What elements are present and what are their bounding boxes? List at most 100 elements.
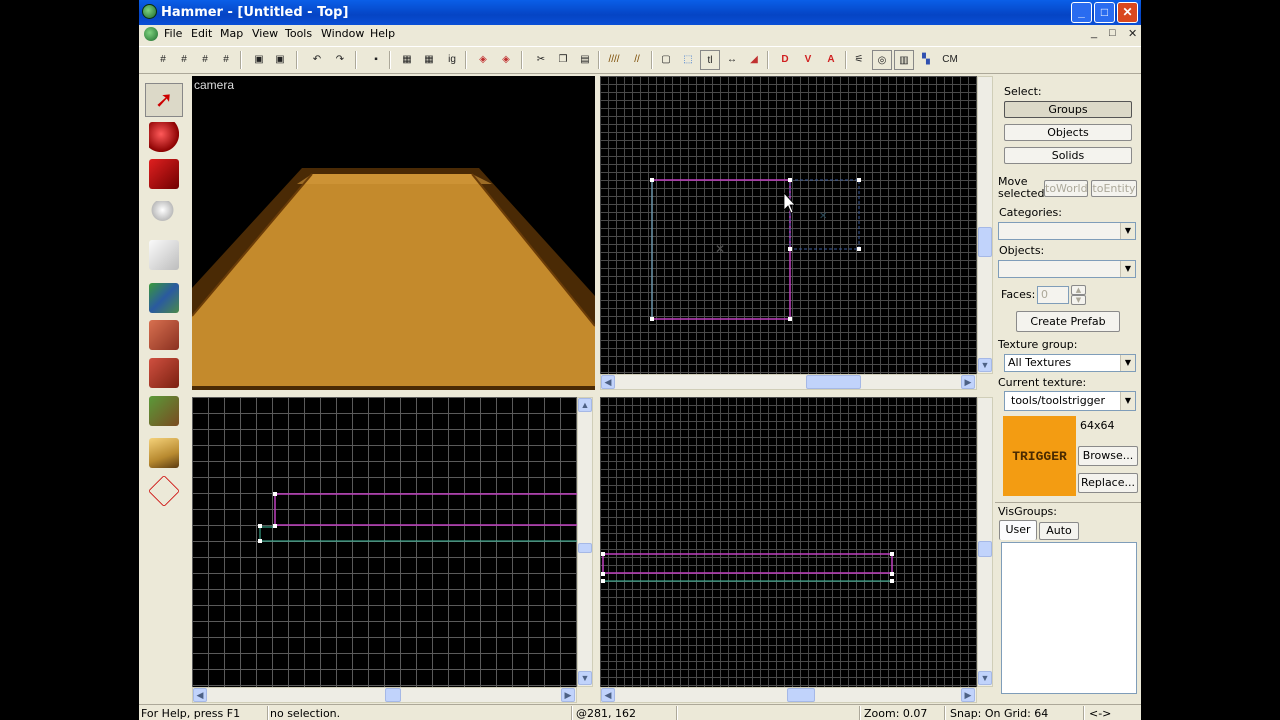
objects-dropdown[interactable]: ▼ — [998, 260, 1136, 278]
texture-preview[interactable]: TRIGGER — [1003, 416, 1076, 496]
top-hscroll[interactable]: ◀ ▶ — [600, 374, 977, 390]
overlay-tool[interactable] — [145, 394, 183, 428]
select-by-handles-icon[interactable]: ⬚ — [678, 50, 698, 70]
group-objects-icon[interactable]: ▦ — [397, 50, 417, 70]
check-problems-icon[interactable]: A — [821, 50, 841, 70]
hide-items-icon[interactable]: ◈ — [473, 50, 493, 70]
entity-report-icon[interactable]: V — [798, 50, 818, 70]
categories-dropdown[interactable]: ▼ — [998, 222, 1136, 240]
grid-larger-icon[interactable]: # — [216, 50, 236, 70]
entity-tool[interactable] — [145, 199, 183, 233]
menu-window[interactable]: Window — [321, 27, 364, 40]
ignore-groups-icon[interactable]: ig — [442, 50, 462, 70]
select-solids-button[interactable]: Solids — [1004, 147, 1132, 164]
faces-field[interactable]: 0 — [1037, 286, 1069, 304]
document-globe-icon[interactable] — [144, 27, 158, 41]
selection-box-icon[interactable]: ▢ — [656, 50, 676, 70]
menu-edit[interactable]: Edit — [191, 27, 212, 40]
clipping-tool[interactable] — [145, 436, 183, 470]
side-hscroll-thumb[interactable] — [385, 688, 401, 702]
scroll-up-icon[interactable]: ▲ — [578, 398, 592, 412]
show-items-icon[interactable]: ◈ — [496, 50, 516, 70]
vertex-tool[interactable] — [145, 474, 183, 508]
scroll-down-icon[interactable]: ▼ — [978, 671, 992, 685]
menu-view[interactable]: View — [252, 27, 278, 40]
menu-help[interactable]: Help — [370, 27, 395, 40]
redo-icon[interactable]: ↷ — [330, 50, 350, 70]
faces-up-icon[interactable]: ▲ — [1071, 285, 1086, 295]
flip-vertical-icon[interactable]: ◢ — [744, 50, 764, 70]
faces-down-icon[interactable]: ▼ — [1071, 295, 1086, 305]
maximize-button[interactable]: □ — [1094, 2, 1115, 23]
visgroups-list[interactable] — [1001, 542, 1137, 694]
texture-lock-icon[interactable]: //// — [604, 50, 624, 70]
top-vscroll-thumb[interactable] — [978, 227, 992, 257]
visgroups-tab-user[interactable]: User — [999, 520, 1037, 540]
decal-tool[interactable] — [145, 356, 183, 390]
grid-toggle-icon[interactable]: # — [153, 50, 173, 70]
scroll-right-icon[interactable]: ▶ — [961, 688, 975, 702]
front-vscroll[interactable]: ▼ — [977, 397, 993, 687]
camera-viewport[interactable]: camera — [192, 76, 595, 390]
camera-tool[interactable] — [145, 157, 183, 191]
front-vscroll-thumb[interactable] — [978, 541, 992, 557]
browse-button[interactable]: Browse... — [1078, 446, 1138, 466]
menu-map[interactable]: Map — [220, 27, 243, 40]
close-button[interactable]: ✕ — [1117, 2, 1138, 23]
select-groups-button[interactable]: Groups — [1004, 101, 1132, 118]
toggle-tl-icon[interactable]: tl — [700, 50, 720, 70]
scroll-down-icon[interactable]: ▼ — [578, 671, 592, 685]
texture-group-dropdown[interactable]: All Textures ▼ — [1004, 354, 1136, 372]
current-texture-dropdown[interactable]: tools/toolstrigger ▼ — [1004, 391, 1136, 411]
grid-smaller-icon[interactable]: # — [195, 50, 215, 70]
scroll-right-icon[interactable]: ▶ — [561, 688, 575, 702]
side-hscroll[interactable]: ◀ ▶ — [192, 687, 577, 703]
select-objects-button[interactable]: Objects — [1004, 124, 1132, 141]
cm-icon[interactable]: CM — [939, 50, 961, 70]
apply-current-texture-tool[interactable] — [145, 318, 183, 352]
visgroups-tab-auto[interactable]: Auto — [1039, 522, 1079, 540]
top-hscroll-thumb[interactable] — [806, 375, 861, 389]
autovisgroups-icon[interactable]: ▥ — [894, 50, 914, 70]
ungroup-icon[interactable]: ▦ — [419, 50, 439, 70]
cut-icon[interactable]: ✂ — [531, 50, 551, 70]
minimize-button[interactable]: _ — [1071, 2, 1092, 23]
texture-scale-lock-icon[interactable]: // — [627, 50, 647, 70]
radius-culling-icon[interactable]: ⚟ — [849, 50, 869, 70]
mdi-minimize-button[interactable]: _ — [1091, 27, 1097, 39]
magnify-tool[interactable] — [145, 120, 183, 154]
paste-icon[interactable]: ▤ — [575, 50, 595, 70]
scroll-right-icon[interactable]: ▶ — [961, 375, 975, 389]
hide-icon[interactable]: ▪ — [366, 50, 386, 70]
cordon-icon[interactable]: ◎ — [872, 50, 892, 70]
map-diff-icon[interactable]: D — [775, 50, 795, 70]
undo-icon[interactable]: ↶ — [307, 50, 327, 70]
mdi-close-button[interactable]: ✕ — [1128, 27, 1137, 40]
side-vscroll-thumb[interactable] — [578, 543, 592, 553]
replace-button[interactable]: Replace... — [1078, 473, 1138, 493]
to-entity-button[interactable]: toEntity — [1091, 180, 1137, 197]
front-viewport[interactable] — [600, 397, 977, 687]
texture-application-tool[interactable] — [145, 281, 183, 315]
scroll-left-icon[interactable]: ◀ — [193, 688, 207, 702]
side-viewport[interactable] — [192, 397, 577, 687]
to-world-button[interactable]: toWorld — [1044, 180, 1088, 197]
top-viewport[interactable]: ✕ ✕ — [600, 76, 977, 374]
menu-tools[interactable]: Tools — [285, 27, 312, 40]
selection-tool[interactable]: ➚ — [145, 83, 183, 117]
carve-icon[interactable]: ▣ — [249, 50, 269, 70]
scroll-left-icon[interactable]: ◀ — [601, 688, 615, 702]
front-hscroll-thumb[interactable] — [787, 688, 815, 702]
group-icon[interactable]: ▣ — [270, 50, 290, 70]
create-prefab-button[interactable]: Create Prefab — [1016, 311, 1120, 332]
front-hscroll[interactable]: ◀ ▶ — [600, 687, 977, 703]
side-vscroll[interactable]: ▲ ▼ — [577, 397, 593, 687]
block-tool[interactable] — [145, 238, 183, 272]
flip-horizontal-icon[interactable]: ↔ — [722, 50, 742, 70]
top-vscroll[interactable]: ▼ — [977, 76, 993, 374]
menu-file[interactable]: File — [164, 27, 182, 40]
mdi-restore-button[interactable]: □ — [1109, 27, 1116, 39]
scroll-down-icon[interactable]: ▼ — [978, 358, 992, 372]
scroll-left-icon[interactable]: ◀ — [601, 375, 615, 389]
copy-icon[interactable]: ❐ — [553, 50, 573, 70]
